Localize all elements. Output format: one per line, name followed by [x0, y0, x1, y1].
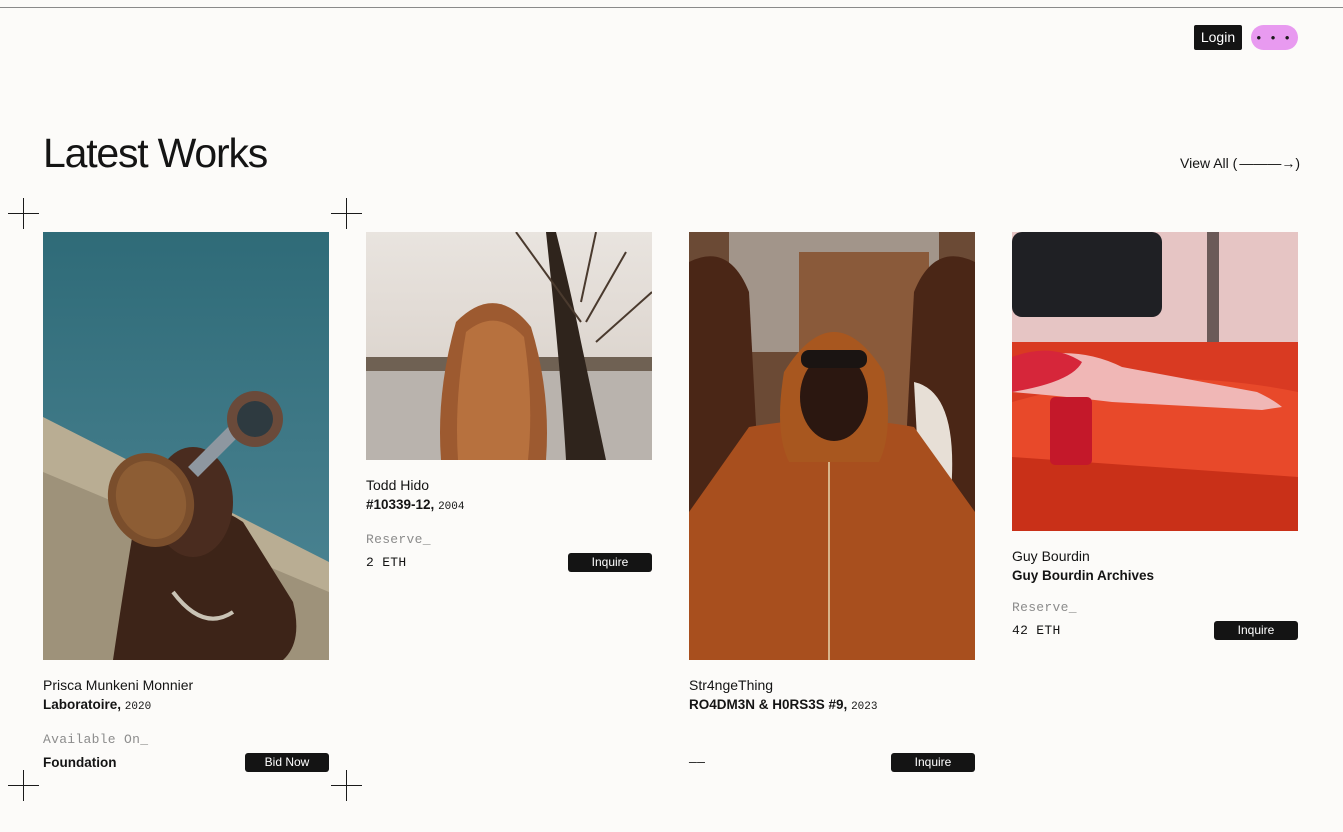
artwork-image[interactable] [1012, 232, 1298, 531]
inquire-button[interactable]: Inquire [891, 753, 975, 772]
artist-name: Str4ngeThing [689, 677, 774, 693]
platform-value: Foundation [43, 755, 117, 770]
top-divider [0, 7, 1343, 8]
crosshair-icon [8, 770, 39, 801]
login-button[interactable]: Login [1194, 25, 1242, 50]
inquire-button[interactable]: Inquire [568, 553, 652, 572]
view-all-label: View All ( [1180, 155, 1238, 171]
page-title: Latest Works [43, 130, 268, 176]
work-title: Laboratoire, 2020 [43, 697, 152, 713]
work-year: 2023 [851, 701, 878, 713]
work-title: #10339-12, 2004 [366, 497, 465, 513]
inquire-button[interactable]: Inquire [1214, 621, 1298, 640]
artwork-card: Todd Hido #10339-12, 2004 Reserve_ 2 ETH… [366, 232, 652, 572]
work-title: RO4DM3N & H0RS3S #9, 2023 [689, 697, 878, 713]
meta-label: Reserve_ [366, 532, 431, 547]
artist-name: Prisca Munkeni Monnier [43, 677, 194, 693]
crosshair-icon [8, 198, 39, 229]
arrow-right-icon: ———→) [1239, 155, 1300, 171]
crosshair-icon [331, 770, 362, 801]
artwork-image[interactable] [689, 232, 975, 660]
artwork-card: Guy Bourdin Guy Bourdin Archives Reserve… [1012, 232, 1298, 640]
meta-label: Reserve_ [1012, 600, 1077, 615]
meta-label: Available On_ [43, 732, 149, 747]
artwork-image[interactable] [366, 232, 652, 460]
artwork-card: Prisca Munkeni Monnier Laboratoire, 2020… [43, 232, 329, 772]
work-year: 2020 [124, 701, 152, 713]
artist-name: Todd Hido [366, 477, 430, 493]
crosshair-icon [331, 198, 362, 229]
reserve-price: 42 ETH [1012, 623, 1061, 638]
reserve-price: 2 ETH [366, 555, 407, 570]
work-title: Guy Bourdin Archives [1012, 568, 1155, 583]
artist-name: Guy Bourdin [1012, 548, 1090, 564]
work-year: 2004 [438, 501, 465, 513]
meta-label [689, 732, 975, 748]
artwork-image[interactable] [43, 232, 329, 660]
artwork-card: Str4ngeThing RO4DM3N & H0RS3S #9, 2023 —… [689, 232, 975, 772]
bid-now-button[interactable]: Bid Now [245, 753, 329, 772]
view-all-link[interactable]: View All (———→) [1180, 153, 1300, 173]
more-menu-button[interactable]: • • • [1251, 25, 1298, 50]
reserve-price: —— [689, 755, 706, 770]
